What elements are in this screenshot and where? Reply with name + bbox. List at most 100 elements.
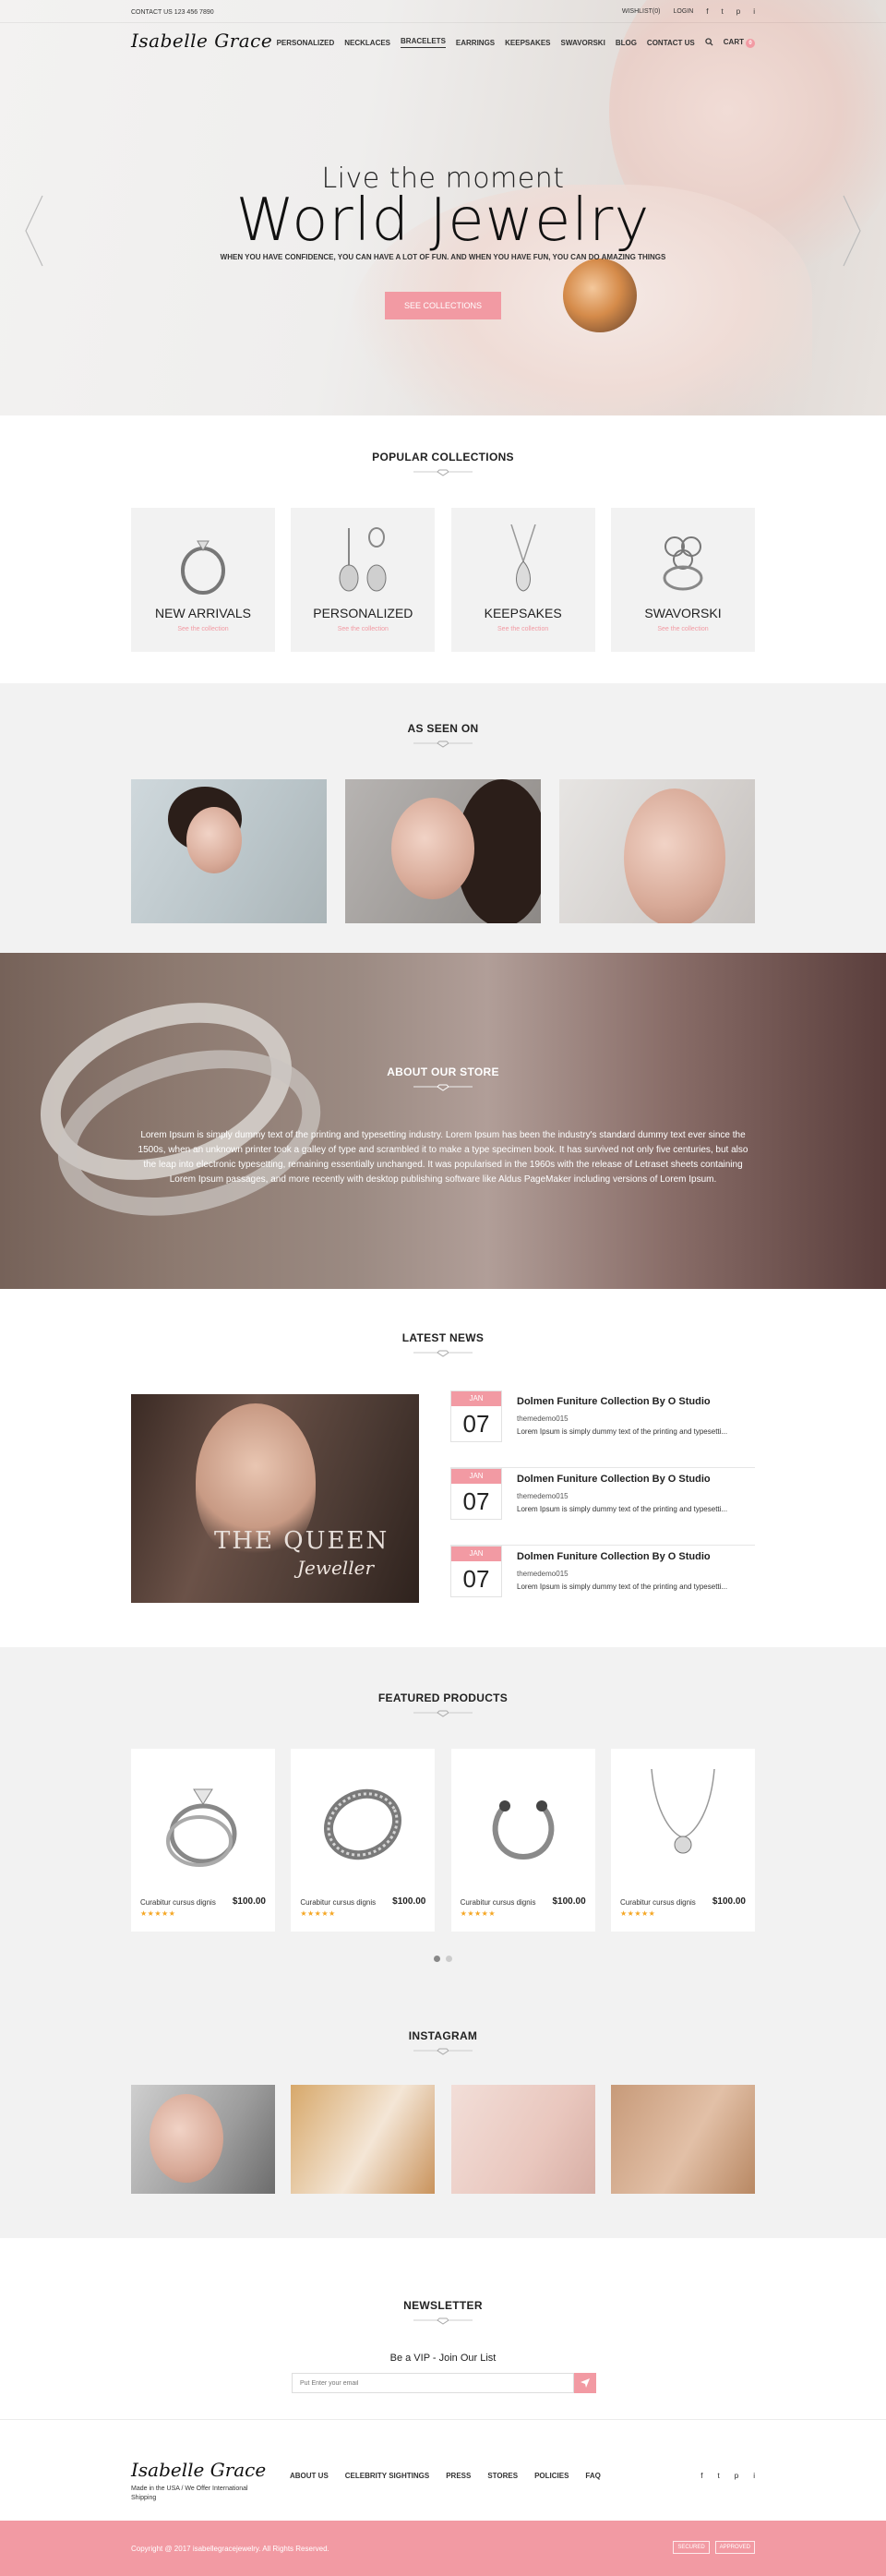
- collection-card-new-arrivals[interactable]: NEW ARRIVALS See the collection: [131, 508, 275, 652]
- contact-info: CONTACT US 123 456 7890: [131, 9, 214, 16]
- news-title[interactable]: Dolmen Funiture Collection By O Studio: [517, 1396, 711, 1407]
- approved-badge: APPROVED: [714, 2541, 755, 2554]
- news-item[interactable]: JAN 07 Dolmen Funiture Collection By O St…: [450, 1546, 755, 1623]
- star-rating: ★★★★★: [460, 1909, 497, 1918]
- seen-on-image[interactable]: [345, 779, 541, 923]
- date-day: 07: [462, 1487, 490, 1515]
- about-store-section: ABOUT OUR STORE Lorem Ipsum is simply du…: [0, 953, 886, 1289]
- section-title: POPULAR COLLECTIONS: [372, 451, 514, 463]
- face-shape: [391, 798, 474, 899]
- face-shape: [186, 807, 242, 873]
- footer-link-faq[interactable]: FAQ: [585, 2472, 600, 2480]
- product-name[interactable]: Curabitur cursus dignis: [461, 1898, 536, 1907]
- diamond-divider-icon: [413, 740, 473, 748]
- site-logo[interactable]: Isabelle Grace: [131, 30, 272, 52]
- news-title[interactable]: Dolmen Funiture Collection By O Studio: [517, 1474, 711, 1485]
- star-rating: ★★★★★: [619, 1909, 656, 1918]
- footer: Isabelle Grace Made in the USA / We Offe…: [0, 2419, 886, 2521]
- copyright-text: Copyright @ 2017 isabellegracejewelry. A…: [131, 2545, 329, 2553]
- carousel-dot[interactable]: [446, 1956, 452, 1962]
- collection-name: KEEPSAKES: [484, 606, 562, 620]
- secured-badge: SECURED: [673, 2541, 710, 2554]
- top-bar: CONTACT US 123 456 7890 WISHLIST(0) LOGI…: [131, 7, 755, 18]
- subscribe-button[interactable]: [574, 2373, 596, 2393]
- email-input[interactable]: [292, 2373, 574, 2393]
- seen-on-image[interactable]: [559, 779, 755, 923]
- collection-card-keepsakes[interactable]: KEEPSAKES See the collection: [450, 508, 595, 652]
- product-card[interactable]: Curabitur cursus dignis $100.00 ★★★★★: [291, 1749, 436, 1932]
- product-price: $100.00: [552, 1896, 586, 1907]
- date-month: JAN: [451, 1391, 501, 1406]
- instagram-icon[interactable]: i: [753, 7, 755, 16]
- collection-link[interactable]: See the collection: [291, 626, 435, 632]
- collection-card-swavorski[interactable]: SWAVORSKI See the collection: [610, 508, 755, 652]
- nav-item-swavorski[interactable]: SWAVORSKI: [561, 39, 605, 47]
- news-excerpt: Lorem Ipsum is simply dummy text of the …: [517, 1505, 728, 1513]
- facebook-icon[interactable]: f: [706, 7, 708, 16]
- news-item[interactable]: JAN 07 Dolmen Funiture Collection By O St…: [450, 1468, 755, 1546]
- hero-banner: CONTACT US 123 456 7890 WISHLIST(0) LOGI…: [0, 0, 886, 415]
- see-collections-button[interactable]: SEE COLLECTIONS: [385, 292, 501, 319]
- news-author: themedemo015: [517, 1570, 569, 1578]
- section-title: LATEST NEWS: [401, 1331, 485, 1344]
- collection-link[interactable]: See the collection: [131, 626, 275, 632]
- product-name[interactable]: Curabitur cursus dignis: [140, 1898, 216, 1907]
- footer-logo[interactable]: Isabelle Grace: [131, 2459, 266, 2481]
- instagram-photo[interactable]: [291, 2085, 436, 2194]
- nav-item-blog[interactable]: BLOG: [616, 39, 637, 47]
- instagram-icon[interactable]: i: [753, 2472, 755, 2480]
- featured-products-section: FEATURED PRODUCTS Curabitur cursus digni…: [0, 1647, 886, 2238]
- pinterest-icon[interactable]: p: [736, 7, 740, 16]
- footer-link-stores[interactable]: STORES: [487, 2472, 518, 2480]
- news-feature-image[interactable]: THE QUEEN Jeweller: [131, 1394, 419, 1603]
- instagram-photo[interactable]: [131, 2085, 275, 2194]
- footer-link-policies[interactable]: POLICIES: [534, 2472, 569, 2480]
- date-badge: JAN 07: [450, 1546, 502, 1597]
- date-month: JAN: [451, 1469, 501, 1484]
- instagram-photo[interactable]: [610, 2085, 755, 2194]
- footer-link-celebrity[interactable]: CELEBRITY SIGHTINGS: [345, 2472, 429, 2480]
- face-shape: [150, 2094, 223, 2183]
- nav-item-bracelets[interactable]: BRACELETS: [401, 37, 446, 48]
- pinterest-icon[interactable]: p: [735, 2472, 738, 2480]
- news-title[interactable]: Dolmen Funiture Collection By O Studio: [517, 1551, 711, 1562]
- nav-item-earrings[interactable]: EARRINGS: [456, 39, 495, 47]
- collection-link[interactable]: See the collection: [611, 626, 755, 632]
- cart-count-badge: 0: [746, 38, 755, 48]
- product-card[interactable]: Curabitur cursus dignis $100.00 ★★★★★: [450, 1749, 595, 1932]
- collection-card-personalized[interactable]: PERSONALIZED See the collection: [291, 508, 436, 652]
- facebook-icon[interactable]: f: [700, 2472, 702, 2480]
- footer-link-press[interactable]: PRESS: [446, 2472, 471, 2480]
- wishlist-link[interactable]: WISHLIST(0): [622, 8, 661, 15]
- twitter-icon[interactable]: t: [722, 7, 724, 16]
- search-icon[interactable]: [705, 37, 713, 48]
- twitter-icon[interactable]: t: [718, 2472, 720, 2480]
- footer-nav: ABOUT US CELEBRITY SIGHTINGS PRESS STORE…: [290, 2472, 601, 2480]
- product-name[interactable]: Curabitur cursus dignis: [620, 1898, 696, 1907]
- cart-button[interactable]: CART 0: [724, 38, 755, 48]
- carousel-dots: [434, 1956, 452, 1962]
- nav-item-contact[interactable]: CONTACT US: [647, 39, 695, 47]
- product-card[interactable]: Curabitur cursus dignis $100.00 ★★★★★: [610, 1749, 755, 1932]
- section-title: ABOUT OUR STORE: [387, 1065, 499, 1078]
- collection-name: SWAVORSKI: [644, 606, 722, 620]
- footer-link-about[interactable]: ABOUT US: [290, 2472, 329, 2480]
- diamond-divider-icon: [413, 1350, 473, 1357]
- login-link[interactable]: LOGIN: [674, 8, 694, 15]
- product-card[interactable]: Curabitur cursus dignis $100.00 ★★★★★: [131, 1749, 275, 1932]
- section-title: FEATURED PRODUCTS: [377, 1691, 509, 1704]
- flower-ring-icon: [663, 536, 703, 591]
- news-item[interactable]: JAN 07 Dolmen Funiture Collection By O St…: [450, 1390, 755, 1468]
- band-ring-icon: [324, 1788, 402, 1860]
- nav-item-personalized[interactable]: PERSONALIZED: [277, 39, 335, 47]
- instagram-photo[interactable]: [450, 2085, 595, 2194]
- newsletter-subtitle: Be a VIP - Join Our List: [389, 2353, 497, 2364]
- collection-link[interactable]: See the collection: [451, 626, 595, 632]
- product-name[interactable]: Curabitur cursus dignis: [300, 1898, 376, 1907]
- nav-item-necklaces[interactable]: NECKLACES: [344, 39, 390, 47]
- open-ring-icon: [492, 1800, 554, 1860]
- instagram-feed: [131, 2085, 755, 2194]
- seen-on-image[interactable]: [131, 779, 327, 923]
- carousel-dot[interactable]: [434, 1956, 440, 1962]
- nav-item-keepsakes[interactable]: KEEPSAKES: [505, 39, 550, 47]
